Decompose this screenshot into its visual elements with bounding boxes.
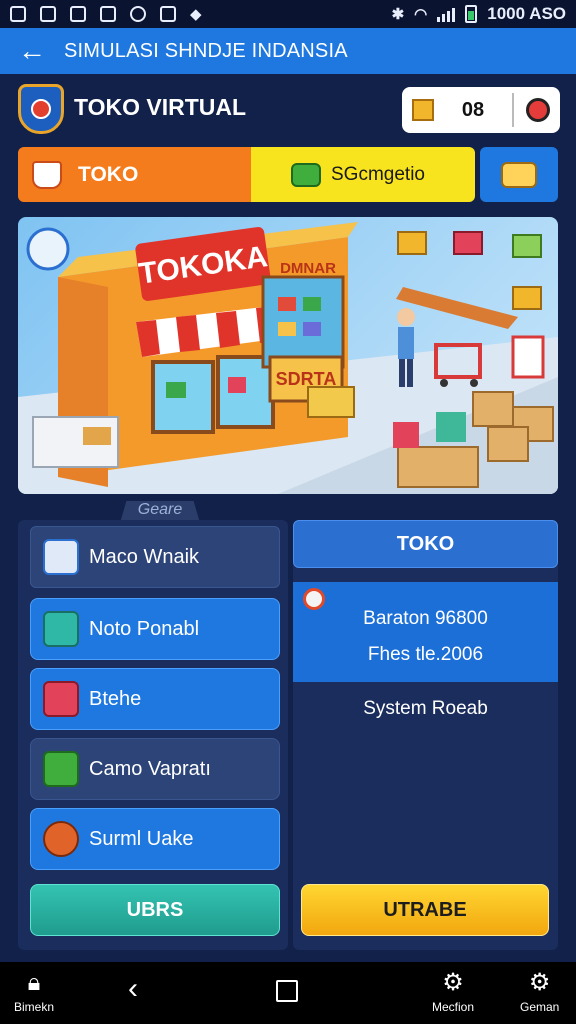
app-bar: ← SIMULASI SHNDJE INDANSIA xyxy=(0,28,576,74)
cash-register-icon xyxy=(43,751,79,787)
store-illustration: TOKOKA SDRTA DMNAR xyxy=(18,217,558,494)
menu-item-1[interactable]: Maco Wnaik xyxy=(30,526,280,588)
app-screen: ◆ ✱ ◠ 1000 ASO ← SIMULASI SHNDJE INDANSI… xyxy=(0,0,576,1024)
nav-item-right-1[interactable]: ⚙ Mecfion xyxy=(432,969,475,1015)
document-icon xyxy=(43,539,79,575)
info-line-2: Fhes tle.2006 xyxy=(367,644,484,665)
utrabe-button[interactable]: UTRABE xyxy=(301,884,549,936)
gear-icon: ⚙ xyxy=(442,969,464,996)
status-time: 1000 ASO xyxy=(487,4,566,23)
lock-icon: 🔒︎ xyxy=(27,969,41,996)
header-widget-text: 08 xyxy=(461,98,485,121)
nav-left-label: Bimekn xyxy=(14,1000,55,1014)
shop-sign-1: DMNAR xyxy=(280,260,336,277)
wifi-icon: ◠ xyxy=(414,6,428,23)
menu-item-label: Noto Ponabl xyxy=(89,617,200,640)
signal-icon xyxy=(437,6,456,22)
info-line-1: Baraton 96800 xyxy=(363,608,488,629)
status-bar: ◆ ✱ ◠ 1000 ASO xyxy=(0,0,576,28)
image-icon xyxy=(40,6,56,22)
menu-item-label: Maco Wnaik xyxy=(89,545,200,568)
divider xyxy=(512,93,514,127)
header-widget[interactable]: 08 xyxy=(402,87,560,133)
basket-icon xyxy=(43,681,79,717)
store-info-card: Baraton 96800 Fhes tle.2006 xyxy=(293,582,558,682)
nav-item-right-2[interactable]: ⚙ Geman xyxy=(520,969,560,1015)
system-nav-bar: 🔒︎ Bimekn ‹ ⚙ Mecfion ⚙ Geman xyxy=(0,962,576,1024)
store-logo xyxy=(18,84,64,134)
map-pin-icon[interactable] xyxy=(526,98,550,122)
nav-item-left[interactable]: 🔒︎ Bimekn xyxy=(14,969,55,1015)
tab-delivery[interactable] xyxy=(480,147,558,202)
edit-icon xyxy=(160,6,176,22)
status-system-icons: ✱ ◠ 1000 ASO xyxy=(392,4,566,24)
nav-right1-label: Mecfion xyxy=(432,1000,475,1014)
app-bar-title: SIMULASI SHNDJE INDANSIA xyxy=(64,39,348,62)
image-icon xyxy=(70,6,86,22)
menu-item-5[interactable]: Surml Uake xyxy=(30,808,280,870)
menu-item-3[interactable]: Btehe xyxy=(30,668,280,730)
image-icon xyxy=(10,6,26,22)
clock-icon xyxy=(130,6,146,22)
shield-icon xyxy=(31,99,51,119)
back-triangle-icon: ‹ xyxy=(128,972,138,1005)
location-icon: ◆ xyxy=(190,6,202,23)
back-arrow-icon[interactable]: ← xyxy=(18,37,46,65)
cart-icon xyxy=(43,611,79,647)
bluetooth-icon: ✱ xyxy=(391,6,405,23)
nav-back-button[interactable]: ‹ xyxy=(128,970,138,1004)
tab-toko-label: TOKO xyxy=(78,162,139,186)
status-notification-icons: ◆ xyxy=(10,5,202,23)
store-scene: TOKOKA SDRTA DMNAR xyxy=(18,222,558,494)
nav-home-button[interactable] xyxy=(276,970,298,1002)
left-menu-panel: Maco Wnaik Noto Ponabl Btehe Camo Vaprat… xyxy=(18,520,288,950)
tab-secondary-label: SGcmgetio xyxy=(331,163,425,185)
right-panel-header[interactable]: TOKO xyxy=(293,520,558,568)
settings-icon: ⚙ xyxy=(528,969,551,996)
box-icon xyxy=(412,99,434,121)
truck-icon xyxy=(501,161,537,188)
produce-bowl-icon xyxy=(43,821,79,857)
menu-item-label: Surml Uake xyxy=(89,827,194,850)
tab-toko[interactable]: TOKO xyxy=(18,147,252,202)
square-icon xyxy=(276,980,298,1002)
system-status-text: System Roeab xyxy=(363,698,488,719)
battery-icon xyxy=(465,5,478,23)
menu-item-label: Camo Vapratı xyxy=(89,757,211,780)
card-icon xyxy=(100,6,116,22)
nav-right2-label: Geman xyxy=(520,1000,560,1014)
chest-icon xyxy=(291,162,321,187)
menu-item-2[interactable]: Noto Ponabl xyxy=(30,598,280,660)
menu-item-4[interactable]: Camo Vapratı xyxy=(30,738,280,800)
menu-item-label: Btehe xyxy=(89,687,142,710)
tab-secondary[interactable]: SGcmgetio xyxy=(251,147,475,202)
ubrs-button[interactable]: UBRS xyxy=(30,884,280,936)
status-dot-icon xyxy=(303,588,325,610)
right-info-panel: TOKO Baraton 96800 Fhes tle.2006 System … xyxy=(293,520,558,950)
store-title: TOKO VIRTUAL xyxy=(74,94,247,120)
cup-icon xyxy=(32,160,62,189)
